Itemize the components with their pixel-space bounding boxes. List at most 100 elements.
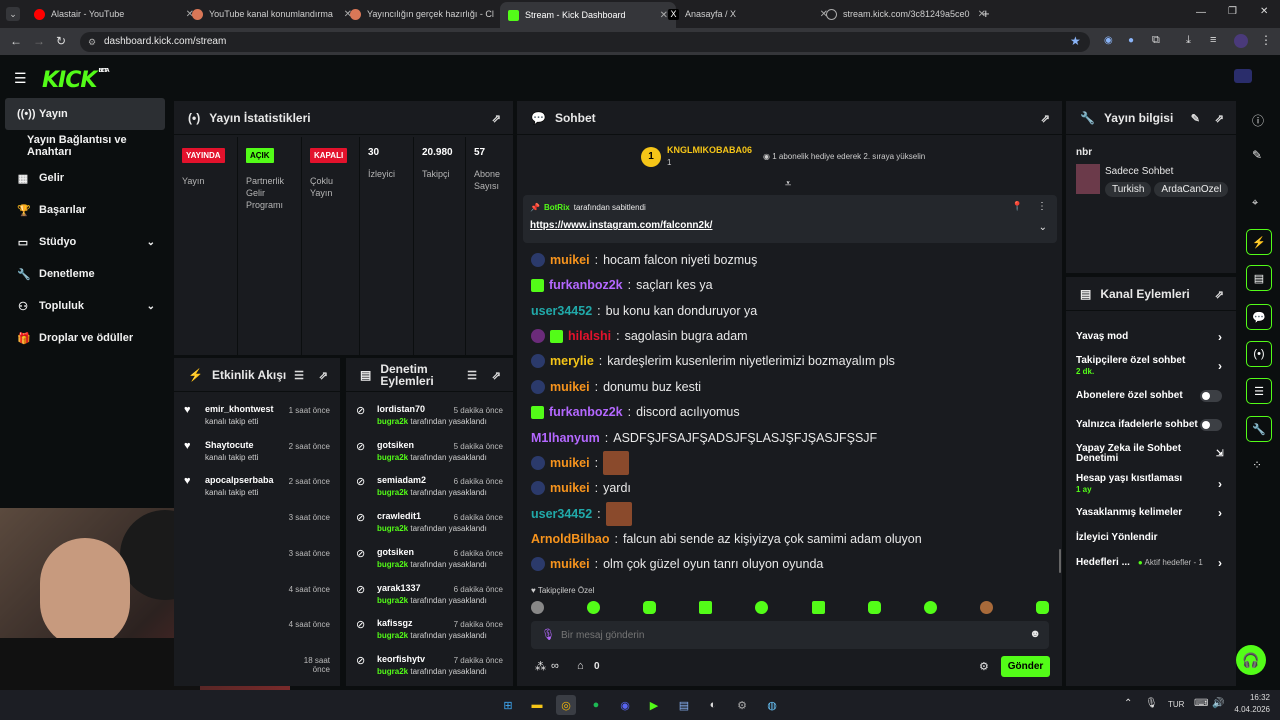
tag[interactable]: ArdaCanOzel: [1154, 182, 1229, 197]
chat-input[interactable]: [561, 625, 1001, 645]
info-icon[interactable]: ⓘ: [1252, 112, 1264, 129]
emote-icon[interactable]: [979, 601, 993, 614]
language-indicator[interactable]: TUR: [1168, 700, 1184, 709]
sidebar-item-denetleme[interactable]: 🔧 Denetleme: [5, 260, 165, 288]
category-name[interactable]: Sadece Sohbet: [1105, 166, 1173, 177]
popout-icon[interactable]: ⇗: [1215, 112, 1224, 125]
close-window-icon[interactable]: ✕: [1260, 6, 1268, 17]
emote-icon[interactable]: [923, 601, 937, 614]
pencil-icon[interactable]: ✎: [1252, 148, 1262, 162]
popout-icon[interactable]: ⇗: [1041, 112, 1050, 125]
bookmark-star-icon[interactable]: ★: [1070, 34, 1081, 48]
action-followers-only[interactable]: Takipçilere özel sohbet 2 dk. ›: [1076, 355, 1222, 376]
browser-tab-active[interactable]: Stream - Kick Dashboard ✕: [500, 2, 676, 28]
emote-icon[interactable]: [1035, 601, 1049, 614]
browser-tab[interactable]: YouTube kanal konumlandırma ✕: [184, 3, 360, 25]
store-icon[interactable]: ⌂: [577, 660, 584, 672]
chat-input-box[interactable]: 🎙 ☻: [531, 621, 1049, 649]
sidebar-item-yayin[interactable]: ((•)) Yayın: [5, 98, 165, 130]
send-button[interactable]: Gönder: [1001, 656, 1050, 677]
tray-chevron-up-icon[interactable]: ⌃: [1124, 698, 1132, 709]
action-subs-only[interactable]: Abonelere özel sohbet: [1076, 389, 1222, 402]
microphone-icon[interactable]: 🎙: [541, 628, 555, 641]
subs-only-toggle[interactable]: [1200, 389, 1222, 402]
browser-tab[interactable]: stream.kick.com/3c81249a5ce0 ✕: [818, 3, 994, 25]
more-icon[interactable]: ⋮: [1037, 201, 1047, 212]
sidebar-item-stream-key[interactable]: Yayın Bağlantısı ve Anahtarı: [5, 132, 165, 160]
extensions-puzzle-icon[interactable]: ⧉: [1152, 34, 1160, 47]
microphone-tray-icon[interactable]: 🎙: [1145, 698, 1158, 709]
restore-icon[interactable]: ❐: [1228, 6, 1237, 17]
site-info-icon[interactable]: ⚙: [88, 37, 96, 48]
clock-date[interactable]: 4.04.2026: [1226, 705, 1270, 714]
emote-icon[interactable]: [699, 601, 713, 614]
download-icon[interactable]: ⤓: [1186, 34, 1191, 47]
browser-tab[interactable]: Yayıncılığın gerçek hazırlığı - Cl✕: [342, 3, 518, 25]
clock-time[interactable]: 16:32: [1236, 693, 1270, 702]
chat-scrollbar[interactable]: [1059, 549, 1061, 573]
popout-icon[interactable]: ⇗: [492, 369, 501, 382]
more-dots-icon[interactable]: ⁘: [1252, 458, 1262, 472]
emote-icon[interactable]: [531, 601, 544, 614]
obs-icon[interactable]: ◐: [703, 695, 723, 715]
actions-widget-button[interactable]: ☰: [1246, 378, 1272, 404]
expand-icon[interactable]: ⩡: [785, 178, 791, 191]
reload-icon[interactable]: ↻: [56, 34, 66, 48]
kick-app-icon[interactable]: ▶: [644, 695, 664, 715]
back-icon[interactable]: ←: [10, 34, 22, 48]
emotes-only-toggle[interactable]: [1200, 418, 1222, 431]
emoji-icon[interactable]: ☻: [1029, 628, 1041, 640]
action-banned-words[interactable]: Yasaklanmış kelimeler ›: [1076, 506, 1222, 520]
user-avatar[interactable]: [1234, 69, 1252, 83]
discord-icon[interactable]: ◉: [615, 695, 635, 715]
broadcast-widget-button[interactable]: (•): [1246, 341, 1272, 367]
new-tab-icon[interactable]: +: [982, 6, 990, 21]
extension-icon[interactable]: ●: [1128, 35, 1134, 46]
windows-start-icon[interactable]: ⊞: [498, 695, 518, 715]
volume-icon[interactable]: 🔊: [1212, 698, 1224, 709]
action-goals[interactable]: Hedefleri ... ● Aktif hedefler - 1 ›: [1076, 556, 1222, 570]
browser-tab[interactable]: Alastair - YouTube ✕: [26, 3, 202, 25]
sidebar-item-droplar[interactable]: 🎁 Droplar ve ödüller: [5, 324, 165, 352]
file-explorer-icon[interactable]: ▬: [527, 695, 547, 715]
tag[interactable]: Turkish: [1105, 182, 1152, 197]
emote-icon[interactable]: [587, 601, 601, 614]
edit-icon[interactable]: ✎: [1191, 112, 1200, 125]
sidebar-item-topluluk[interactable]: ⚇ Topluluk ⌄: [5, 292, 165, 320]
more-menu-icon[interactable]: ⋮: [1260, 33, 1272, 47]
url-input[interactable]: dashboard.kick.com/stream: [80, 32, 1090, 52]
mod-widget-button[interactable]: 🔧: [1246, 416, 1272, 442]
kick-logo[interactable]: KICK BETA: [42, 68, 110, 93]
stats-widget-button[interactable]: ▤: [1246, 265, 1272, 291]
popout-icon[interactable]: ⇗: [319, 369, 328, 382]
action-account-age[interactable]: Hesap yaşı kısıtlaması 1 ay ›: [1076, 473, 1222, 494]
gear-icon[interactable]: ⚙: [979, 660, 989, 673]
sidebar-item-gelir[interactable]: ▦ Gelir: [5, 164, 165, 192]
network-icon[interactable]: ⌨: [1194, 698, 1208, 709]
action-raid[interactable]: İzleyici Yönlendir: [1076, 532, 1222, 543]
browser-tab[interactable]: X Anasayfa / X ✕: [660, 3, 836, 25]
settings-dots-icon[interactable]: ⁂: [535, 660, 546, 673]
action-ai-moderation[interactable]: Yapay Zeka ile Sohbet Denetimi ⇲: [1076, 444, 1224, 464]
notepad-icon[interactable]: ▤: [674, 695, 694, 715]
focus-icon[interactable]: ⌖: [1252, 197, 1258, 210]
filter-icon[interactable]: ☰: [467, 369, 477, 382]
sidebar-item-basarilar[interactable]: 🏆 Başarılar: [5, 196, 165, 224]
extension-icon[interactable]: ◉: [1104, 35, 1113, 46]
chrome-icon[interactable]: ◎: [556, 695, 576, 715]
steam-icon[interactable]: ◍: [762, 695, 782, 715]
emote-icon[interactable]: [867, 601, 881, 614]
support-headset-button[interactable]: 🎧: [1236, 645, 1266, 675]
profile-avatar[interactable]: [1234, 34, 1248, 48]
bolt-widget-button[interactable]: ⚡: [1246, 229, 1272, 255]
popout-icon[interactable]: ⇗: [492, 112, 501, 125]
tab-search-icon[interactable]: ⌄: [6, 7, 20, 21]
chat-widget-button[interactable]: 💬: [1246, 304, 1272, 330]
settings-gear-icon[interactable]: ⚙: [732, 695, 752, 715]
action-emotes-only[interactable]: Yalnızca ifadelerle sohbet: [1076, 418, 1222, 431]
emote-icon[interactable]: [811, 601, 825, 614]
spotify-icon[interactable]: ●: [586, 695, 606, 715]
unpin-icon[interactable]: 📍: [1012, 201, 1023, 212]
pinned-link[interactable]: https://www.instagram.com/falconn2k/: [530, 220, 712, 231]
filter-icon[interactable]: ☰: [294, 369, 304, 382]
